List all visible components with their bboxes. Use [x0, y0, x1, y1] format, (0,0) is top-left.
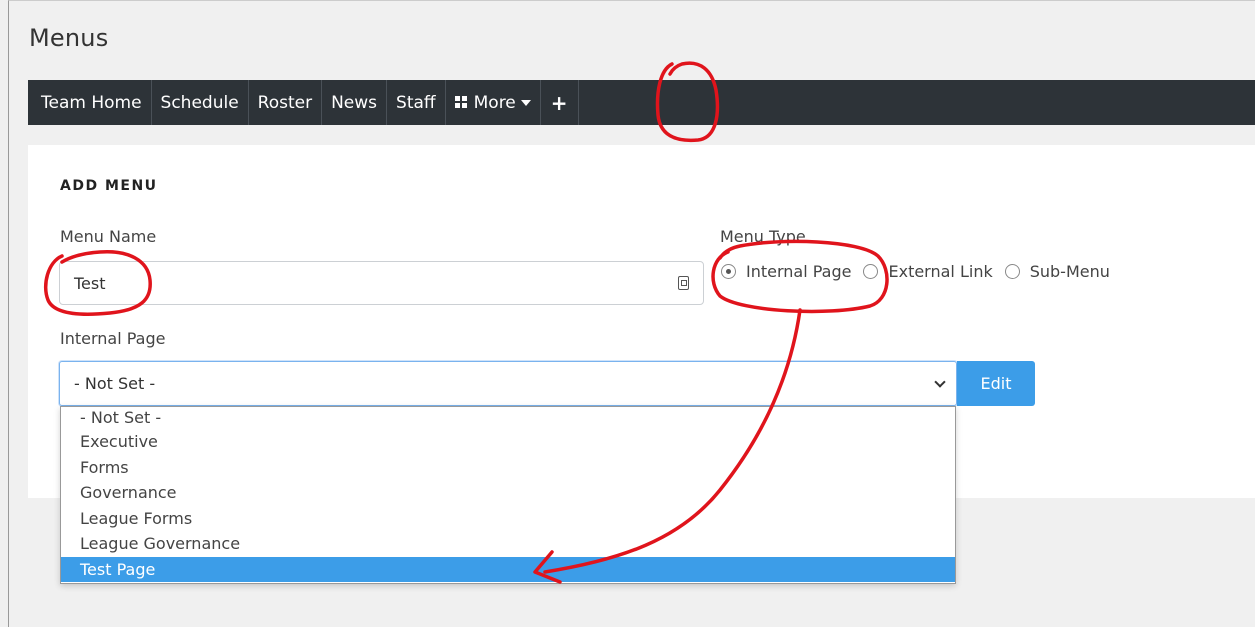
nav-item-staff[interactable]: Staff [387, 80, 446, 125]
more-label: More [473, 92, 516, 113]
grid-icon [454, 96, 468, 109]
edit-page-button[interactable]: Edit [957, 361, 1035, 406]
dropdown-option-executive[interactable]: Executive [61, 429, 955, 455]
nav-item-team-home[interactable]: Team Home [28, 80, 152, 125]
internal-page-label: Internal Page [60, 329, 166, 348]
radio-button-icon[interactable] [1004, 264, 1020, 279]
menu-name-label: Menu Name [60, 227, 157, 246]
nav-item-roster[interactable]: Roster [249, 80, 323, 125]
internal-page-select[interactable]: - Not Set - [59, 361, 957, 406]
add-menu-heading: ADD MENU [60, 178, 158, 194]
radio-internal-page[interactable]: Internal Page [721, 262, 851, 281]
menu-type-radio-group: Internal Page External Link Sub-Menu [721, 262, 1122, 281]
radio-internal-page-label: Internal Page [746, 262, 852, 281]
caret-down-icon [520, 99, 531, 106]
radio-external-link-label: External Link [888, 262, 993, 281]
dropdown-option-not-set[interactable]: - Not Set - [61, 407, 955, 429]
menu-name-input[interactable]: Test [59, 261, 704, 305]
dropdown-option-league-governance[interactable]: League Governance [61, 531, 955, 557]
radio-sub-menu-label: Sub-Menu [1029, 262, 1110, 281]
nav-item-news[interactable]: News [322, 80, 388, 125]
dropdown-option-test-page[interactable]: Test Page [61, 556, 955, 582]
radio-button-checked-icon[interactable] [721, 264, 736, 279]
page-title: Menus [29, 24, 109, 52]
nav-item-schedule[interactable]: Schedule [152, 80, 249, 125]
internal-page-dropdown: - Not Set - Executive Forms Governance L… [60, 406, 956, 584]
menu-name-value: Test [74, 273, 106, 293]
chevron-down-icon [934, 376, 946, 388]
dropdown-option-governance[interactable]: Governance [61, 480, 955, 506]
radio-external-link[interactable]: External Link [863, 262, 993, 281]
radio-sub-menu[interactable]: Sub-Menu [1004, 262, 1110, 281]
radio-button-icon[interactable] [863, 264, 879, 279]
dropdown-option-league-forms[interactable]: League Forms [61, 506, 955, 532]
menu-type-label: Menu Type [720, 227, 806, 246]
contact-card-icon [678, 276, 689, 290]
internal-page-selected-value: - Not Set - [74, 374, 156, 393]
add-menu-button[interactable]: + [541, 80, 579, 125]
nav-item-more[interactable]: More [446, 80, 541, 125]
team-navbar: Team Home Schedule Roster News Staff Mor… [28, 80, 1255, 125]
dropdown-option-forms[interactable]: Forms [61, 455, 955, 481]
